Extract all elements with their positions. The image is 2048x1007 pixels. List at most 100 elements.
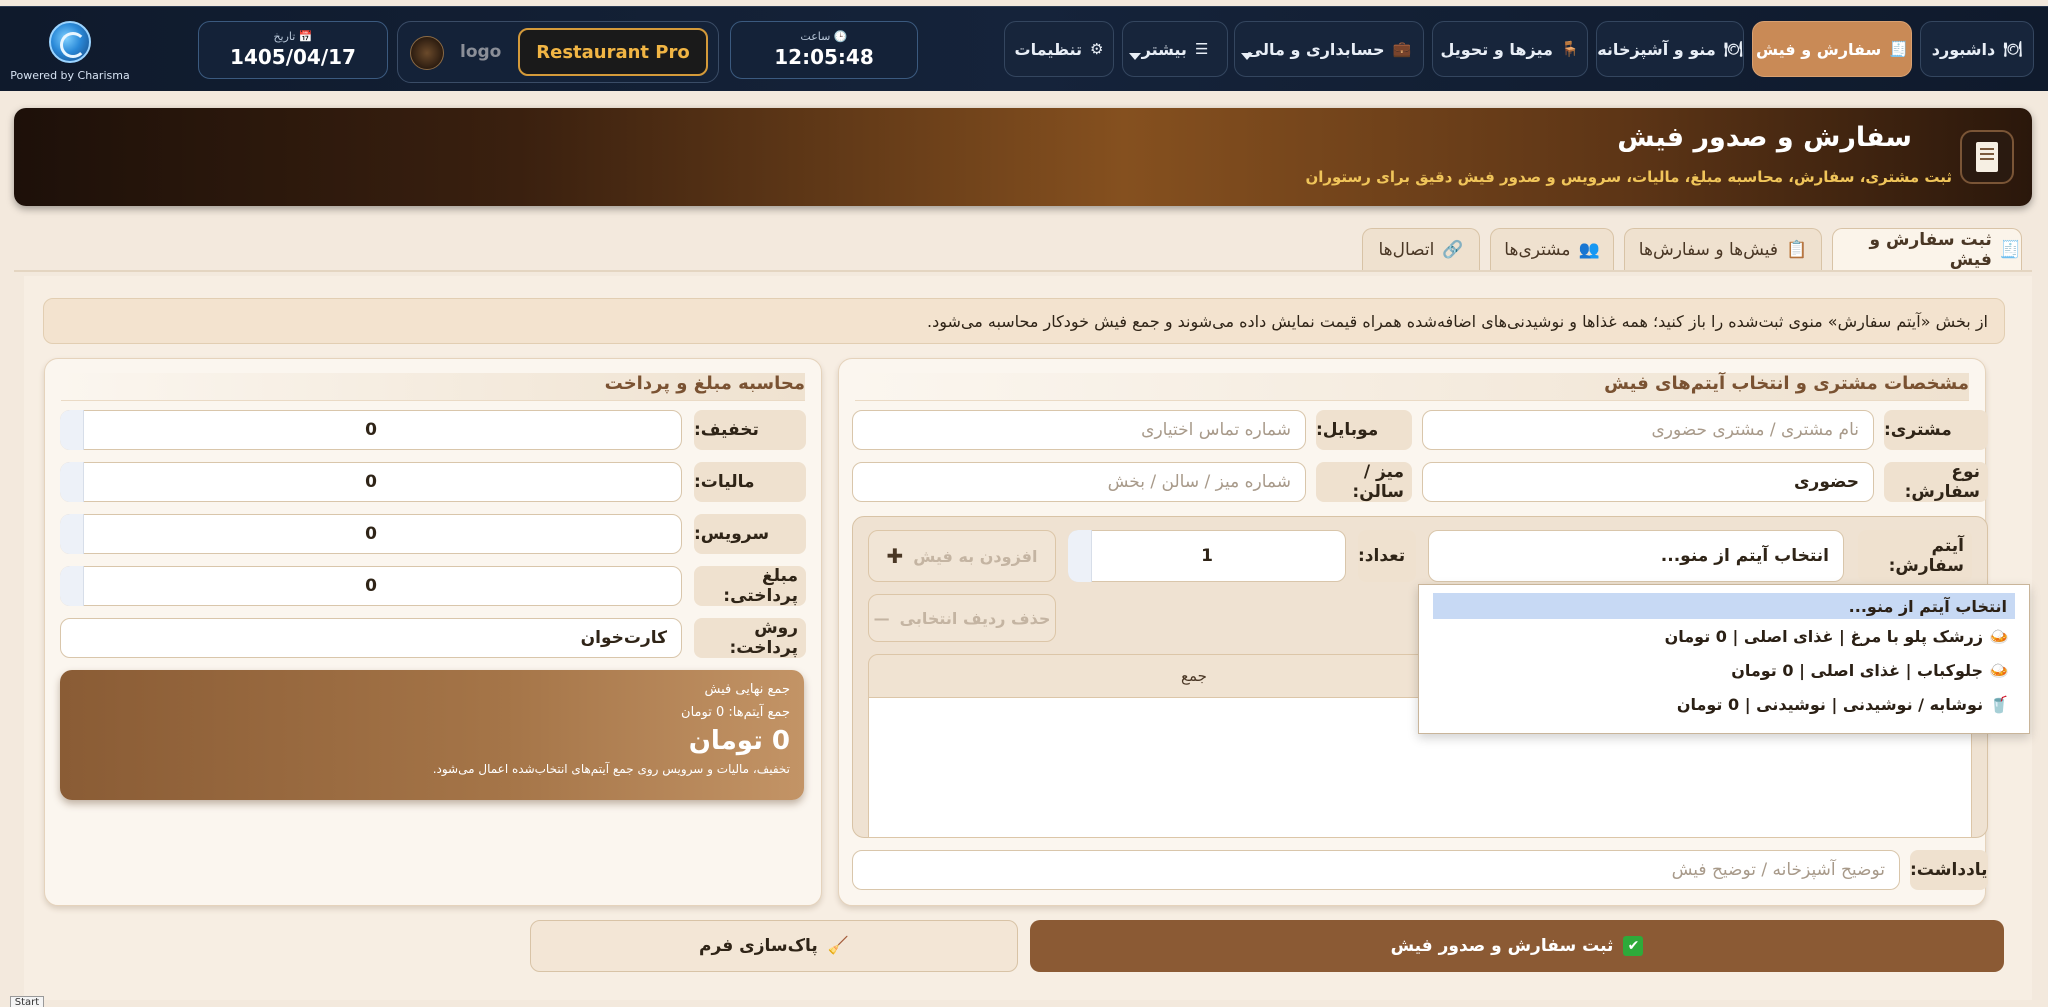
info-notice: از بخش «آیتم سفارش» منوی ثبت‌شده را باز … <box>43 298 2005 344</box>
nav-menu-kitchen-label: منو و آشپزخانه <box>1597 39 1716 59</box>
table-label: میز / سالن: <box>1316 462 1412 502</box>
date-value: 1405/04/17 <box>230 45 356 69</box>
food-icon: 🍛 <box>1989 626 2009 646</box>
stepper-notch <box>60 462 84 502</box>
mobile-input[interactable]: شماره تماس اختیاری <box>852 410 1306 450</box>
tab-connections-label: اتصال‌ها <box>1378 239 1435 260</box>
tab-bar: 🧾 ثبت سفارش و فیش 📋 فیش‌ها و سفارش‌ها 👥 … <box>14 222 2032 272</box>
receipt-icon: 🧾 <box>1999 239 2021 260</box>
summary-title: جمع نهایی فیش <box>704 682 790 697</box>
calendar-icon: 📅 <box>298 30 313 43</box>
briefcase-icon: 💼 <box>1392 40 1412 58</box>
dropdown-option-text: نوشابه / نوشیدنی | نوشیدنی | 0 تومان <box>1676 694 1984 714</box>
quantity-input[interactable]: 1 <box>1068 530 1346 582</box>
submit-order-button[interactable]: ✔ ثبت سفارش و صدور فیش <box>1030 920 2004 972</box>
taskbar-start-button[interactable]: Start <box>10 996 44 1007</box>
tab-new-order[interactable]: 🧾 ثبت سفارش و فیش <box>1832 228 2022 270</box>
receipt-summary-card: جمع نهایی فیش جمع آیتم‌ها: 0 تومان 0 توم… <box>60 670 804 800</box>
quantity-label: تعداد: <box>1358 530 1416 582</box>
link-icon: 🔗 <box>1442 239 1464 260</box>
chair-icon: 🪑 <box>1560 40 1580 58</box>
service-input[interactable]: 0 <box>60 514 682 554</box>
stepper-notch <box>60 566 84 606</box>
dropdown-option[interactable]: 🍛 جلوکباب | غذای اصلی | 0 تومان <box>1419 653 2029 687</box>
nav-tables-label: میزها و تحویل <box>1440 39 1553 59</box>
cutlery-icon: 🍽 <box>1723 40 1743 58</box>
tab-customers[interactable]: 👥 مشتری‌ها <box>1490 228 1614 270</box>
restaurant-brand-group: logo Restaurant Pro <box>397 21 719 83</box>
customer-panel-title: مشخصات مشتری و انتخاب آیتم‌های فیش <box>855 373 1969 401</box>
minus-icon: — <box>873 608 890 628</box>
tab-receipts[interactable]: 📋 فیش‌ها و سفارش‌ها <box>1624 228 1822 270</box>
dropdown-option-text: زرشک پلو با مرغ | غذای اصلی | 0 تومان <box>1664 626 1984 646</box>
tax-label: مالیات: <box>694 462 806 502</box>
food-icon: 🍛 <box>1989 660 2009 680</box>
clipboard-icon: 📋 <box>1786 239 1808 260</box>
payable-input[interactable]: 0 <box>60 566 682 606</box>
drink-icon: 🥤 <box>1989 694 2009 714</box>
nav-accounting[interactable]: 💼 حسابداری و مالی <box>1234 21 1424 77</box>
order-item-select[interactable]: انتخاب آیتم از منو... <box>1428 530 1844 582</box>
nav-settings[interactable]: ⚙ تنظیمات <box>1004 21 1114 77</box>
plus-icon: ✚ <box>886 544 904 568</box>
service-label: سرویس: <box>694 514 806 554</box>
payment-method-select[interactable]: کارت‌خوان <box>60 618 682 658</box>
nav-dashboard-label: داشبورد <box>1931 39 1996 59</box>
table-input[interactable]: شماره میز / سالن / بخش <box>852 462 1306 502</box>
nav-orders-label: سفارش و فیش <box>1756 39 1882 59</box>
nav-menu-kitchen[interactable]: 🍽 منو و آشپزخانه <box>1596 21 1744 77</box>
payment-panel-title: محاسبه مبلغ و پرداخت <box>61 373 805 401</box>
add-to-receipt-label: افزودن به فیش <box>913 546 1038 566</box>
tax-input[interactable]: 0 <box>60 462 682 502</box>
remove-row-label: حذف ردیف انتخابی <box>899 608 1051 628</box>
payable-label: مبلغ پرداختی: <box>694 566 806 606</box>
note-input[interactable]: توضیح آشپزخانه / توضیح فیش <box>852 850 1900 890</box>
tab-receipts-label: فیش‌ها و سفارش‌ها <box>1638 239 1779 260</box>
add-to-receipt-button[interactable]: افزودن به فیش ✚ <box>868 530 1056 582</box>
nav-orders[interactable]: 🧾 سفارش و فیش <box>1752 21 1912 77</box>
submit-order-label: ثبت سفارش و صدور فیش <box>1390 936 1614 956</box>
date-box: 📅 تاریخ 1405/04/17 <box>198 21 388 79</box>
menu-icon: ☰ <box>1194 40 1209 58</box>
tab-new-order-label: ثبت سفارش و فیش <box>1869 229 1992 270</box>
tab-customers-label: مشتری‌ها <box>1504 239 1571 260</box>
nav-more[interactable]: ☰ بیشتر <box>1122 21 1228 77</box>
quantity-value: 1 <box>1201 546 1213 566</box>
restaurant-emblem-icon <box>410 36 444 70</box>
dropdown-option[interactable]: انتخاب آیتم از منو... <box>1433 593 2015 619</box>
tab-connections[interactable]: 🔗 اتصال‌ها <box>1362 228 1480 270</box>
charisma-logo-icon <box>49 21 91 63</box>
summary-note: تخفیف، مالیات و سرویس روی جمع آیتم‌های ا… <box>432 762 790 776</box>
date-label: تاریخ <box>273 30 296 43</box>
discount-value: 0 <box>365 420 377 440</box>
restaurant-pro-button[interactable]: Restaurant Pro <box>518 28 708 76</box>
clock-value: 12:05:48 <box>774 45 874 69</box>
nav-dashboard[interactable]: 🍽 داشبورد <box>1920 21 2034 77</box>
dropdown-option[interactable]: 🥤 نوشابه / نوشیدنی | نوشیدنی | 0 تومان <box>1419 687 2029 721</box>
remove-row-button[interactable]: حذف ردیف انتخابی — <box>868 594 1056 642</box>
brand: Powered by Charisma <box>10 21 130 82</box>
clock-box: 🕒 ساعت 12:05:48 <box>730 21 918 79</box>
broom-icon: 🧹 <box>827 936 849 956</box>
summary-grand-total: 0 تومان <box>688 726 790 756</box>
clock-icon: 🕒 <box>833 30 848 43</box>
gear-icon: ⚙ <box>1090 40 1104 58</box>
nav-settings-label: تنظیمات <box>1014 39 1083 59</box>
order-type-select[interactable]: حضوری <box>1422 462 1874 502</box>
receipt-icon: 🧾 <box>1889 40 1908 58</box>
discount-input[interactable]: 0 <box>60 410 682 450</box>
service-value: 0 <box>365 524 377 544</box>
stepper-notch <box>1068 530 1092 582</box>
dropdown-option-text: انتخاب آیتم از منو... <box>1848 596 2007 616</box>
order-item-dropdown: انتخاب آیتم از منو... 🍛 زرشک پلو با مرغ … <box>1418 584 2030 734</box>
note-label: یادداشت: <box>1910 850 1988 890</box>
clock-label: ساعت <box>800 30 831 43</box>
customer-input[interactable]: نام مشتری / مشتری حضوری <box>1422 410 1874 450</box>
page-subtitle: ثبت مشتری، سفارش، محاسبه مبلغ، مالیات، س… <box>1305 168 1952 186</box>
nav-more-label: بیشتر <box>1141 39 1187 59</box>
nav-tables[interactable]: 🪑 میزها و تحویل <box>1432 21 1588 77</box>
clear-form-button[interactable]: 🧹 پاک‌سازی فرم <box>530 920 1018 972</box>
dropdown-option[interactable]: 🍛 زرشک پلو با مرغ | غذای اصلی | 0 تومان <box>1419 619 2029 653</box>
customer-label: مشتری: <box>1884 410 1988 450</box>
stepper-notch <box>60 410 84 450</box>
